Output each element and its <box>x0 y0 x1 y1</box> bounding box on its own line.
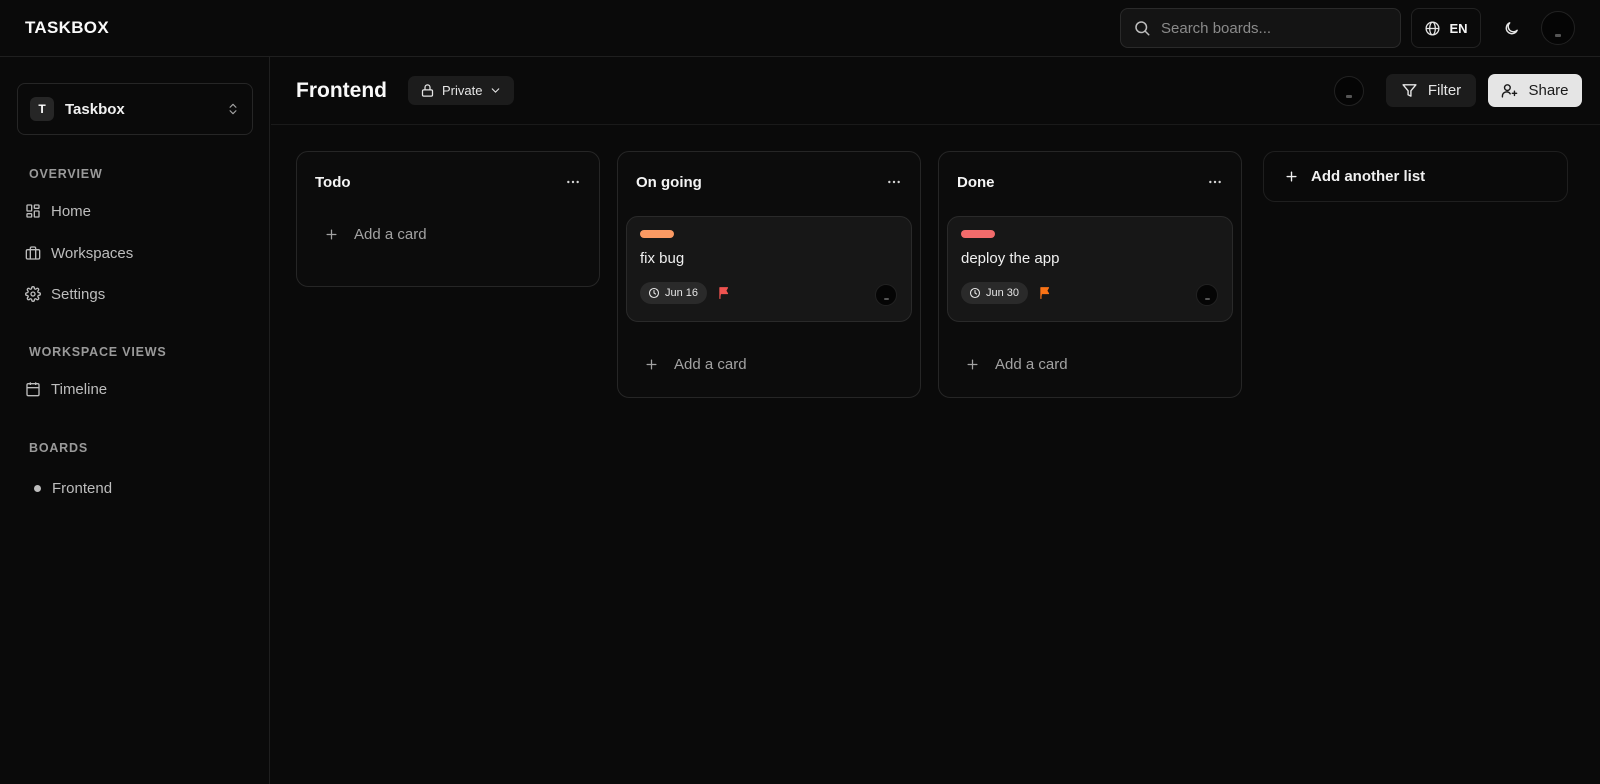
search-box[interactable] <box>1120 8 1401 48</box>
search-icon <box>1133 19 1151 37</box>
sidebar-item-label: Workspaces <box>51 244 134 262</box>
due-date-label: Jun 16 <box>665 287 699 299</box>
section-title-overview: OVERVIEW <box>29 167 103 181</box>
chevron-down-icon <box>489 84 502 97</box>
due-date-badge: Jun 16 <box>640 282 708 304</box>
language-label: EN <box>1449 20 1468 36</box>
language-button[interactable]: EN <box>1411 8 1481 48</box>
task-card[interactable]: deploy the app Jun 30 <box>947 216 1233 322</box>
filter-icon <box>1401 82 1418 99</box>
calendar-icon <box>25 381 41 397</box>
sidebar-item-label: Settings <box>51 285 106 303</box>
sidebar-item-label: Timeline <box>51 380 108 398</box>
list-todo: Todo Add a card <box>296 151 600 287</box>
add-list-label: Add another list <box>1311 168 1426 185</box>
due-date-badge: Jun 30 <box>961 282 1029 304</box>
board-member-avatar[interactable] <box>1334 75 1364 106</box>
filter-button[interactable]: Filter <box>1386 74 1476 107</box>
visibility-dropdown[interactable]: Private <box>407 76 515 105</box>
due-date-label: Jun 30 <box>986 287 1020 299</box>
gear-icon <box>25 286 41 302</box>
add-card-button[interactable]: Add a card <box>939 352 1241 376</box>
add-list-button[interactable]: Add another list <box>1263 151 1568 202</box>
briefcase-icon <box>25 245 41 261</box>
user-avatar[interactable] <box>1541 11 1575 45</box>
user-plus-icon <box>1501 82 1518 99</box>
sidebar-item-label: Home <box>51 202 92 220</box>
add-card-button[interactable]: Add a card <box>297 222 599 246</box>
card-assignee-avatar[interactable] <box>1196 284 1218 306</box>
sidebar-item-label: Frontend <box>52 479 113 497</box>
add-card-label: Add a card <box>674 355 747 373</box>
clock-icon <box>648 287 660 299</box>
workspace-switcher[interactable]: T Taskbox <box>17 83 253 135</box>
share-label: Share <box>1528 82 1569 99</box>
card-label <box>640 230 674 238</box>
sidebar-item-home[interactable]: Home <box>25 199 91 223</box>
section-title-boards: BOARDS <box>29 441 88 455</box>
plus-icon <box>644 357 659 372</box>
workspace-name: Taskbox <box>65 100 125 118</box>
add-card-label: Add a card <box>354 225 427 243</box>
list-title: On going <box>636 173 702 191</box>
clock-icon <box>969 287 981 299</box>
filter-label: Filter <box>1427 82 1462 99</box>
plus-icon <box>324 227 339 242</box>
more-horizontal-icon[interactable] <box>565 174 581 190</box>
top-bar: TASKBOX EN <box>0 0 1600 57</box>
board-title: Frontend <box>296 78 387 102</box>
sidebar-item-settings[interactable]: Settings <box>25 282 105 306</box>
list-title: Todo <box>315 173 351 191</box>
share-button[interactable]: Share <box>1488 74 1582 107</box>
section-title-workspace-views: WORKSPACE VIEWS <box>29 345 167 359</box>
board-dot-icon <box>34 484 41 492</box>
list-done: Done deploy the app Jun 30 Add a card <box>938 151 1242 398</box>
app-logo[interactable]: TASKBOX <box>25 18 109 38</box>
theme-toggle-button[interactable] <box>1491 8 1531 48</box>
plus-icon <box>965 357 980 372</box>
lock-icon <box>420 83 435 98</box>
moon-icon <box>1503 20 1520 37</box>
visibility-label: Private <box>441 83 483 98</box>
board-header: Frontend Private Filter Share <box>271 57 1600 125</box>
sidebar-item-timeline[interactable]: Timeline <box>25 377 107 401</box>
card-label <box>961 230 995 238</box>
globe-icon <box>1424 20 1441 37</box>
workspace-badge: T <box>30 97 54 121</box>
sidebar-item-workspaces[interactable]: Workspaces <box>25 241 133 265</box>
flag-icon <box>1038 286 1052 300</box>
plus-icon <box>1284 169 1299 184</box>
list-title: Done <box>957 173 995 191</box>
dashboard-icon <box>25 203 41 219</box>
list-on-going: On going fix bug Jun 16 Add a card <box>617 151 921 398</box>
add-card-label: Add a card <box>995 355 1068 373</box>
more-horizontal-icon[interactable] <box>1207 174 1223 190</box>
task-card[interactable]: fix bug Jun 16 <box>626 216 912 322</box>
flag-icon <box>717 286 731 300</box>
sidebar: T Taskbox OVERVIEW Home Workspaces Setti… <box>0 57 270 784</box>
add-card-button[interactable]: Add a card <box>618 352 920 376</box>
search-input[interactable] <box>1161 19 1381 37</box>
chevrons-up-down-icon <box>226 102 240 116</box>
card-assignee-avatar[interactable] <box>875 284 897 306</box>
more-horizontal-icon[interactable] <box>886 174 902 190</box>
card-title: fix bug <box>640 250 685 267</box>
card-title: deploy the app <box>961 250 1060 267</box>
sidebar-item-board-frontend[interactable]: Frontend <box>25 476 112 500</box>
